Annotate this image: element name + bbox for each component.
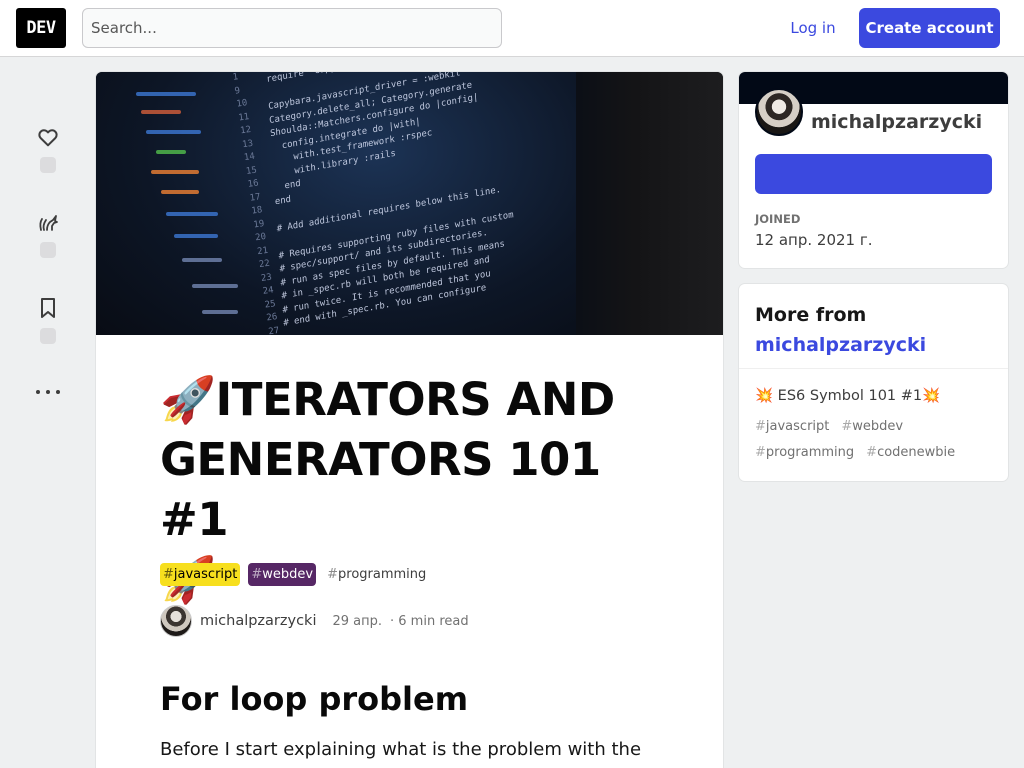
- tag-webdev[interactable]: #webdev: [248, 563, 317, 586]
- related-post-title[interactable]: 💥 ES6 Symbol 101 #1💥: [755, 387, 940, 404]
- bookmark-count: [40, 328, 56, 344]
- dev-logo[interactable]: DEV: [16, 8, 66, 48]
- reaction-heart[interactable]: [30, 125, 66, 173]
- related-tag[interactable]: #programming: [755, 443, 854, 463]
- login-link[interactable]: Log in: [776, 8, 850, 48]
- more-from-author-link[interactable]: michalpzarzycki: [755, 334, 926, 356]
- reaction-bookmark[interactable]: [30, 296, 66, 344]
- author-meta: michalpzarzycki 29 апр. · 6 min read: [160, 605, 469, 637]
- author-name[interactable]: michalpzarzycki: [200, 613, 316, 629]
- more-from-card: More from michalpzarzycki 💥 ES6 Symbol 1…: [739, 284, 1008, 481]
- heart-icon[interactable]: [36, 125, 60, 149]
- create-account-button[interactable]: Create account: [859, 8, 1000, 48]
- more-options-icon[interactable]: [36, 384, 60, 400]
- search-input[interactable]: [82, 8, 502, 48]
- author-avatar[interactable]: [160, 605, 192, 637]
- cover-image: 1 9 10 11 12 13 14 15 16 17 18 19 20 21 …: [96, 72, 723, 335]
- follow-button[interactable]: [755, 154, 992, 194]
- article-body-text: Before I start explaining what is the pr…: [160, 739, 642, 768]
- article-tags: #javascript #webdev #programming: [160, 563, 429, 586]
- author-profile-card: michalpzarzycki JOINED 12 апр. 2021 г.: [739, 72, 1008, 268]
- section-heading: For loop problem: [160, 680, 469, 718]
- joined-date: 12 апр. 2021 г.: [755, 231, 873, 249]
- bookmark-icon[interactable]: [36, 296, 60, 320]
- profile-name[interactable]: michalpzarzycki: [811, 111, 982, 133]
- related-tag[interactable]: #codenewbie: [866, 443, 955, 463]
- joined-label: JOINED: [755, 212, 801, 226]
- article-card: 1 9 10 11 12 13 14 15 16 17 18 19 20 21 …: [96, 72, 723, 768]
- divider: [739, 368, 1008, 369]
- read-time: · 6 min read: [390, 613, 469, 629]
- tag-programming[interactable]: #programming: [324, 563, 429, 586]
- more-from-heading: More from michalpzarzycki: [755, 304, 927, 356]
- reaction-unicorn[interactable]: [30, 210, 66, 258]
- related-tag[interactable]: #webdev: [841, 417, 903, 437]
- related-post-tags: #javascript #webdev #programming #codene…: [755, 417, 995, 463]
- publish-date: 29 апр.: [332, 613, 383, 629]
- tag-javascript[interactable]: #javascript: [160, 563, 241, 586]
- top-header: DEV Log in Create account: [0, 0, 1024, 57]
- unicorn-count: [40, 242, 56, 258]
- unicorn-icon[interactable]: [36, 210, 60, 234]
- related-tag[interactable]: #javascript: [755, 417, 829, 437]
- heart-count: [40, 157, 56, 173]
- profile-avatar[interactable]: [755, 88, 803, 136]
